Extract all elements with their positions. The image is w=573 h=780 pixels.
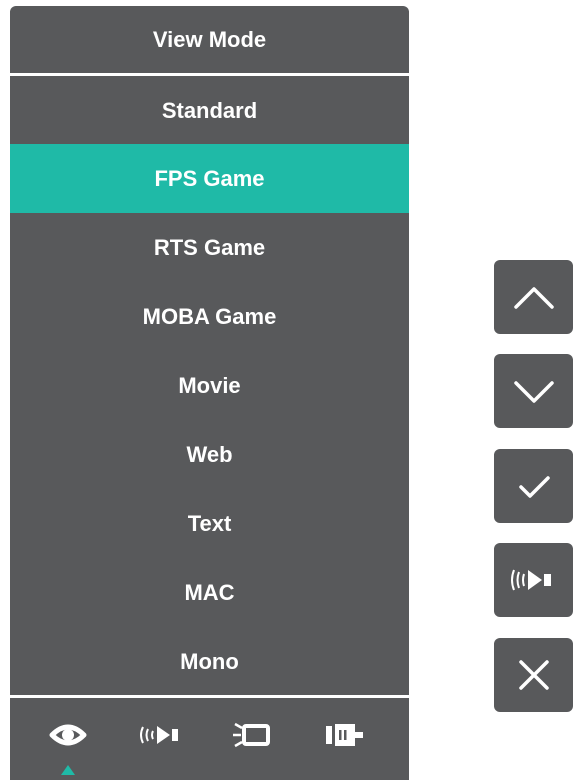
menu-item-standard[interactable]: Standard bbox=[10, 76, 409, 145]
chevron-up-icon bbox=[514, 287, 554, 309]
up-key[interactable] bbox=[494, 260, 573, 334]
active-tab-indicator bbox=[61, 765, 75, 775]
menu-title: View Mode bbox=[152, 27, 267, 52]
menu-item-moba-game[interactable]: MOBA Game bbox=[10, 282, 409, 351]
osd-menu-panel: View Mode Standard FPS Game RTS Game MOB… bbox=[10, 6, 409, 780]
bottom-divider bbox=[10, 695, 409, 698]
menu-item-rts-game[interactable]: RTS Game bbox=[10, 213, 409, 282]
menu-tab-bar bbox=[10, 702, 409, 780]
down-key[interactable] bbox=[494, 354, 573, 428]
audio-key[interactable] bbox=[494, 543, 573, 617]
audio-icon bbox=[511, 569, 551, 591]
menu-item-web[interactable]: Web bbox=[10, 420, 409, 489]
chevron-down-icon bbox=[514, 381, 554, 403]
menu-item-movie[interactable]: Movie bbox=[10, 351, 409, 420]
display-icon[interactable] bbox=[222, 710, 282, 760]
menu-item-text[interactable]: Text bbox=[10, 489, 409, 558]
audio-icon[interactable] bbox=[130, 710, 190, 760]
menu-item-mono[interactable]: Mono bbox=[10, 627, 409, 696]
input-icon[interactable] bbox=[310, 710, 370, 760]
exit-key[interactable] bbox=[494, 638, 573, 712]
menu-item-fps-game[interactable]: FPS Game bbox=[10, 144, 409, 213]
menu-item-mac[interactable]: MAC bbox=[10, 558, 409, 627]
confirm-key[interactable] bbox=[494, 449, 573, 523]
eye-icon[interactable] bbox=[38, 710, 98, 760]
checkmark-icon bbox=[519, 476, 550, 498]
close-icon bbox=[519, 660, 549, 690]
